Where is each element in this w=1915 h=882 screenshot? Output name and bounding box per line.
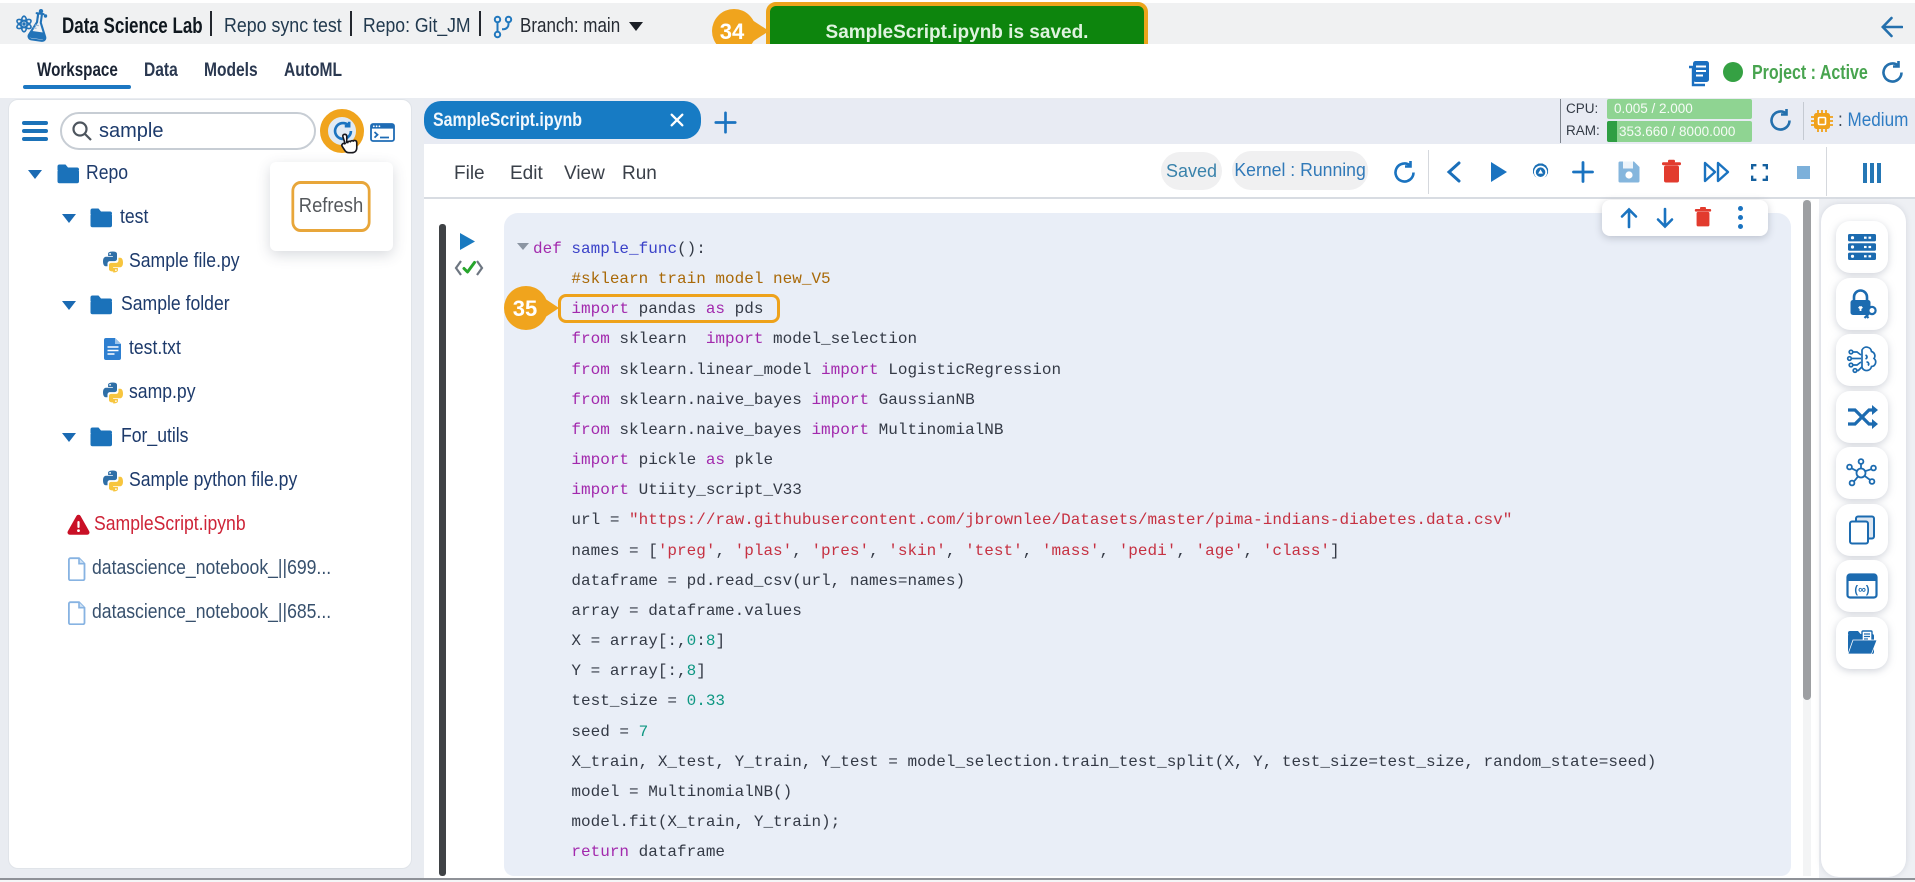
svg-text:(∞): (∞) bbox=[1854, 584, 1870, 596]
svg-text:34: 34 bbox=[720, 19, 745, 44]
svg-text:35: 35 bbox=[513, 296, 537, 321]
